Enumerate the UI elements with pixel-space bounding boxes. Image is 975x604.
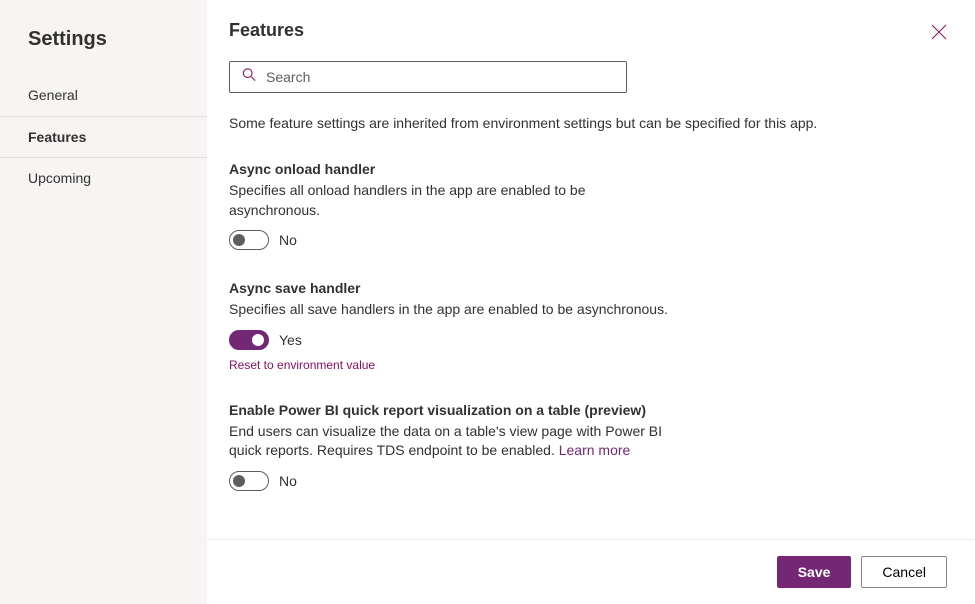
feature-title: Async save handler: [229, 280, 669, 296]
toggle-async-onload[interactable]: [229, 230, 269, 250]
search-field: [229, 61, 627, 93]
feature-async-onload: Async onload handler Specifies all onloa…: [229, 161, 669, 250]
page-title: Features: [229, 20, 947, 41]
close-icon: [931, 24, 947, 40]
sidebar-item-upcoming[interactable]: Upcoming: [0, 158, 207, 199]
search-icon: [242, 68, 256, 87]
sidebar-item-general[interactable]: General: [0, 75, 207, 116]
toggle-state-label: No: [279, 232, 297, 248]
main-panel: Features Some feature settings are inher…: [207, 0, 975, 604]
close-button[interactable]: [931, 24, 947, 45]
feature-description: Specifies all onload handlers in the app…: [229, 181, 669, 220]
cancel-button[interactable]: Cancel: [861, 556, 947, 588]
learn-more-link[interactable]: Learn more: [559, 442, 631, 458]
toggle-powerbi[interactable]: [229, 471, 269, 491]
save-button[interactable]: Save: [777, 556, 852, 588]
feature-async-save: Async save handler Specifies all save ha…: [229, 280, 669, 372]
intro-text: Some feature settings are inherited from…: [229, 115, 947, 131]
settings-sidebar: Settings General Features Upcoming: [0, 0, 207, 604]
sidebar-title: Settings: [0, 20, 207, 75]
feature-powerbi-quick-report: Enable Power BI quick report visualizati…: [229, 402, 669, 491]
feature-description: End users can visualize the data on a ta…: [229, 422, 669, 461]
feature-title: Async onload handler: [229, 161, 669, 177]
search-input[interactable]: [229, 61, 627, 93]
toggle-state-label: No: [279, 473, 297, 489]
toggle-state-label: Yes: [279, 332, 302, 348]
feature-description: Specifies all save handlers in the app a…: [229, 300, 669, 320]
reset-to-environment-link[interactable]: Reset to environment value: [229, 358, 669, 372]
toggle-async-save[interactable]: [229, 330, 269, 350]
footer-bar: Save Cancel: [207, 539, 975, 604]
feature-title: Enable Power BI quick report visualizati…: [229, 402, 669, 418]
sidebar-item-features[interactable]: Features: [0, 116, 207, 158]
